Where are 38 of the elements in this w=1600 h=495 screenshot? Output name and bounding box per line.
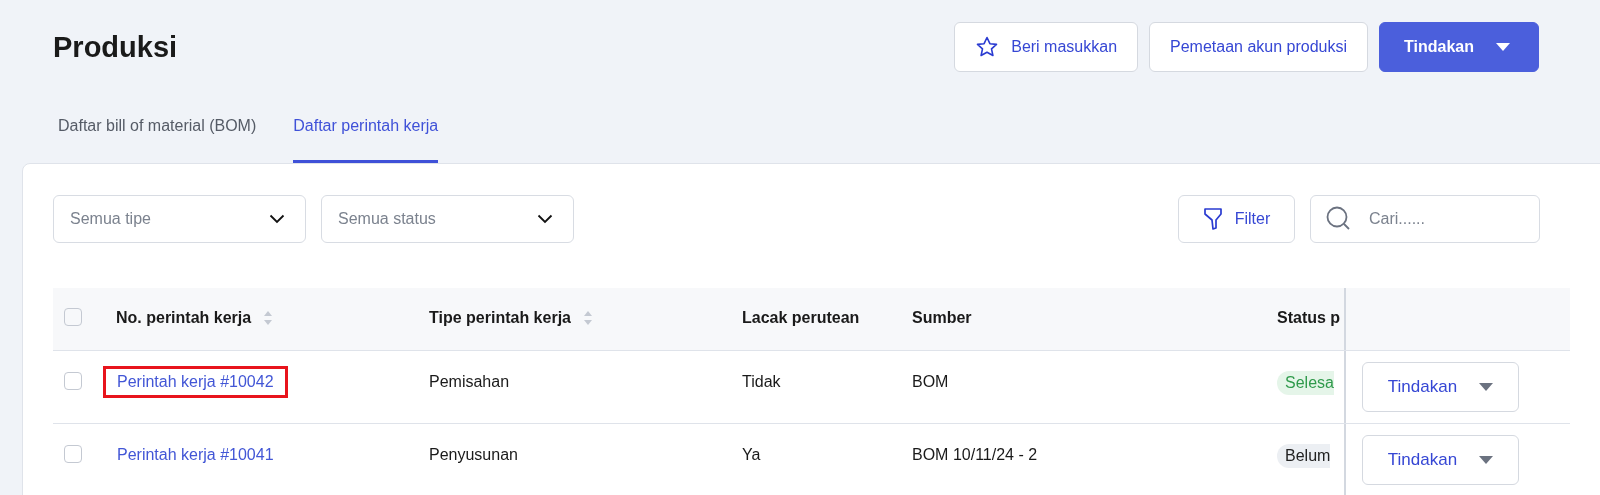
action-button[interactable]: Tindakan [1362, 362, 1519, 412]
dropdown-field[interactable]: Semua status [321, 195, 574, 243]
table-cell: BOM 10/11/24 - 2 [912, 446, 1038, 463]
column-header: Sumber [912, 309, 972, 327]
table-cell: Ya [742, 446, 761, 463]
work-order-link[interactable]: Perintah kerja #10042 [103, 366, 288, 398]
header-button[interactable]: Beri masukkan [954, 22, 1139, 72]
checkbox[interactable] [64, 445, 82, 463]
header-button[interactable]: Pemetaan akun produksi [1149, 22, 1369, 72]
chevron-icon [269, 214, 285, 224]
checkbox[interactable] [64, 308, 82, 326]
sort-icon[interactable] [263, 310, 274, 326]
search-field[interactable]: Cari...... [1310, 195, 1540, 243]
checkbox[interactable] [64, 372, 82, 390]
tab[interactable]: Daftar bill of material (BOM) [58, 105, 257, 163]
caret-icon [1479, 383, 1494, 391]
chevron-icon [537, 214, 553, 224]
dropdown-field[interactable]: Semua tipe [53, 195, 306, 243]
work-order-link[interactable]: Perintah kerja #10041 [103, 439, 288, 471]
caret-icon [1479, 456, 1494, 464]
table-cell: BOM [912, 373, 949, 390]
page-title: Produksi [53, 30, 179, 64]
header-button[interactable]: Tindakan [1379, 22, 1539, 72]
table-cell: Pemisahan [429, 373, 510, 390]
column-header: No. perintah kerja [116, 309, 252, 327]
status-badge: Belum [1277, 444, 1331, 468]
column-header: Tipe perintah kerja [429, 309, 571, 327]
star-icon [975, 35, 1000, 59]
funnel-icon [1202, 207, 1223, 231]
filter-button[interactable]: Filter [1178, 195, 1295, 243]
column-header: Status p [1277, 309, 1341, 327]
table-cell: Penyusunan [429, 446, 518, 463]
status-badge: Selesa [1277, 371, 1334, 395]
table-cell: Tidak [742, 373, 781, 390]
sort-icon[interactable] [583, 310, 593, 326]
caret-icon [1496, 43, 1510, 51]
column-header: Lacak perutean [742, 309, 860, 327]
action-button[interactable]: Tindakan [1362, 435, 1519, 485]
